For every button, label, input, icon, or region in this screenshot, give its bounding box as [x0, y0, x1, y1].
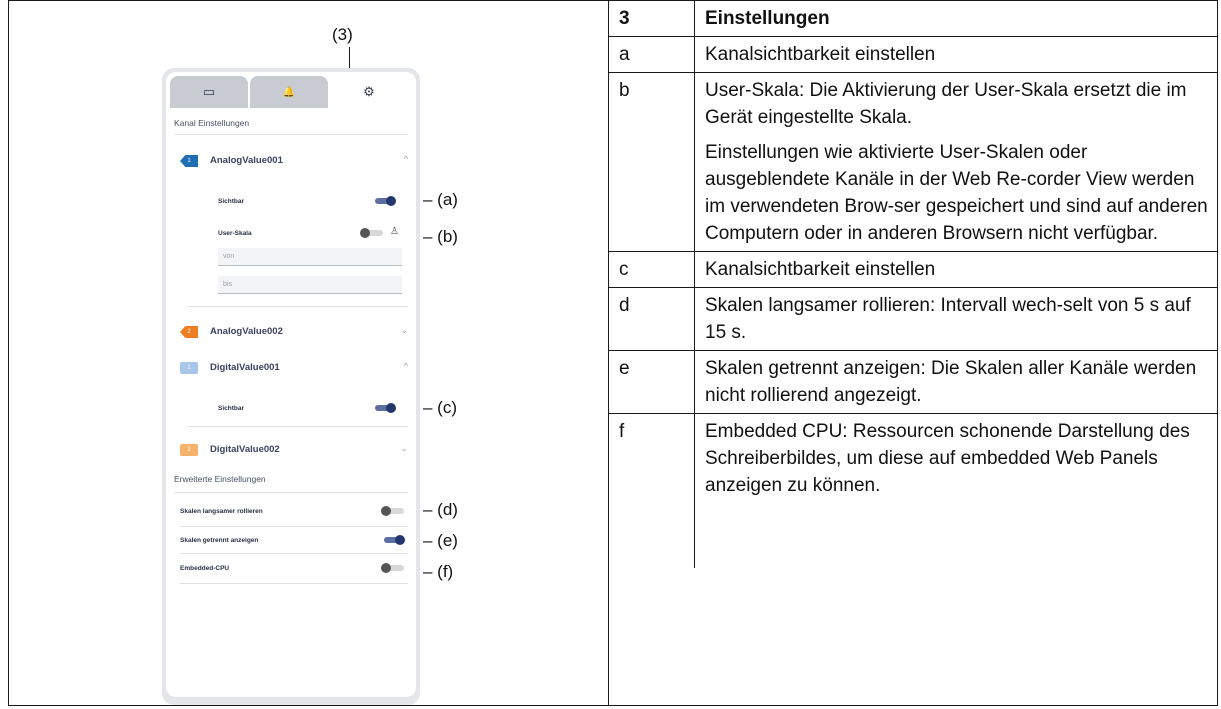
user-scale-toggle[interactable] [360, 228, 384, 238]
chevron-up-icon[interactable]: ^ [404, 154, 408, 164]
visible-label: Sichtbar [218, 198, 245, 205]
table-header-row: 3 Einstellungen [609, 1, 1218, 37]
callout-a: – (a) [423, 190, 458, 209]
channel-tag: 1 [180, 155, 198, 167]
channel-row-analogvalue001[interactable]: 1 AnalogValue001 ^ [180, 152, 408, 170]
channel-tag: 2 [180, 444, 198, 456]
callout-f: – (f) [423, 562, 454, 581]
slow-scroll-label: Skalen langsamer rollieren [180, 508, 263, 515]
embedded-cpu-toggle[interactable] [381, 563, 405, 573]
table-key: f [609, 413, 695, 568]
table-key: e [609, 350, 695, 414]
tab-settings[interactable]: ⚙ [330, 76, 408, 108]
chevron-down-icon[interactable]: ⌄ [400, 325, 408, 336]
table-row: c Kanalsichtbarkeit einstellen [609, 251, 1218, 288]
callout-b: – (b) [423, 227, 458, 246]
tab-bar: ▭ 🔔 ⚙ [166, 72, 416, 108]
legend-table: 3 Einstellungen a Kanalsichtbarkeit eins… [609, 1, 1218, 568]
scale-to-input[interactable]: bis [218, 276, 402, 294]
display-icon: ▭ [202, 84, 216, 99]
channel-tag: 2 [180, 326, 198, 338]
tab-display[interactable]: ▭ [170, 76, 248, 108]
table-row: a Kanalsichtbarkeit einstellen [609, 36, 1218, 73]
channel-row-digitalvalue001[interactable]: 1 DigitalValue001 ^ [180, 359, 408, 377]
slow-scroll-toggle[interactable] [381, 506, 405, 516]
table-text: Kanalsichtbarkeit einstellen [705, 259, 936, 280]
separate-scales-toggle[interactable] [381, 535, 405, 545]
separate-scales-label: Skalen getrennt anzeigen [180, 537, 259, 544]
person-icon: ♙ [390, 226, 399, 237]
channel-row-analogvalue002[interactable]: 2 AnalogValue002 ⌄ [180, 323, 408, 341]
callout-settings-tab: (3) [332, 25, 353, 44]
table-row: d Skalen langsamer rollieren: Intervall … [609, 287, 1218, 351]
channel-row-digitalvalue002[interactable]: 2 DigitalValue002 ⌄ [180, 441, 408, 459]
table-text: Skalen getrennt anzeigen: Die Skalen all… [705, 358, 1197, 406]
table-text: Skalen langsamer rollieren: Intervall we… [705, 295, 1191, 343]
table-key: b [609, 72, 695, 252]
user-scale-label: User-Skala [218, 230, 252, 237]
chevron-up-icon[interactable]: ^ [404, 361, 408, 371]
table-key: c [609, 251, 695, 288]
panel-content: ▭ 🔔 ⚙ Kanal Einstellungen 1 AnalogValue0… [166, 72, 416, 697]
scale-from-input[interactable]: von [218, 248, 402, 266]
callout-c: – (c) [423, 398, 457, 417]
section-advanced-settings: Erweiterte Einstellungen [174, 474, 266, 484]
table-row: e Skalen getrennt anzeigen: Die Skalen a… [609, 350, 1218, 414]
table-key: d [609, 287, 695, 351]
channel-name: AnalogValue001 [210, 155, 283, 166]
channel-name: DigitalValue001 [210, 362, 280, 373]
embedded-cpu-label: Embedded-CPU [180, 565, 230, 572]
callout-e: – (e) [423, 531, 458, 550]
section-channel-settings: Kanal Einstellungen [174, 118, 250, 128]
table-row: f Embedded CPU: Ressourcen schonende Dar… [609, 413, 1218, 568]
divider [188, 306, 408, 307]
visible-toggle[interactable] [372, 403, 396, 413]
table-text: User-Skala: Die Aktivierung der User-Ska… [705, 80, 1187, 128]
callout-d: – (d) [423, 500, 458, 519]
figure-frame: (3) ▭ 🔔 ⚙ Kanal Einstellungen 1 AnalogVa… [8, 0, 1218, 706]
visible-label: Sichtbar [218, 405, 245, 412]
table-title: Einstellungen [694, 1, 1218, 37]
divider [180, 553, 408, 554]
table-text: Einstellungen wie aktivierte User-Skalen… [705, 142, 1208, 244]
table-text: Embedded CPU: Ressourcen schonende Darst… [705, 421, 1190, 496]
app-settings-panel: ▭ 🔔 ⚙ Kanal Einstellungen 1 AnalogValue0… [162, 68, 420, 705]
channel-name: DigitalValue002 [210, 444, 280, 455]
divider [180, 526, 408, 527]
divider [174, 134, 408, 135]
table-text: Kanalsichtbarkeit einstellen [705, 44, 936, 65]
table-key: 3 [609, 1, 695, 37]
table-row: b User-Skala: Die Aktivierung der User-S… [609, 72, 1218, 252]
divider [180, 583, 408, 584]
divider [188, 426, 408, 427]
divider [174, 492, 408, 493]
channel-tag: 1 [180, 362, 198, 374]
chevron-down-icon[interactable]: ⌄ [400, 443, 408, 454]
channel-name: AnalogValue002 [210, 326, 283, 337]
tab-alarms[interactable]: 🔔 [250, 76, 328, 108]
bell-icon: 🔔 [282, 86, 296, 98]
gear-icon: ⚙ [363, 84, 375, 99]
table-key: a [609, 36, 695, 73]
screenshot-cell: (3) ▭ 🔔 ⚙ Kanal Einstellungen 1 AnalogVa… [9, 1, 609, 705]
visible-toggle[interactable] [372, 196, 396, 206]
